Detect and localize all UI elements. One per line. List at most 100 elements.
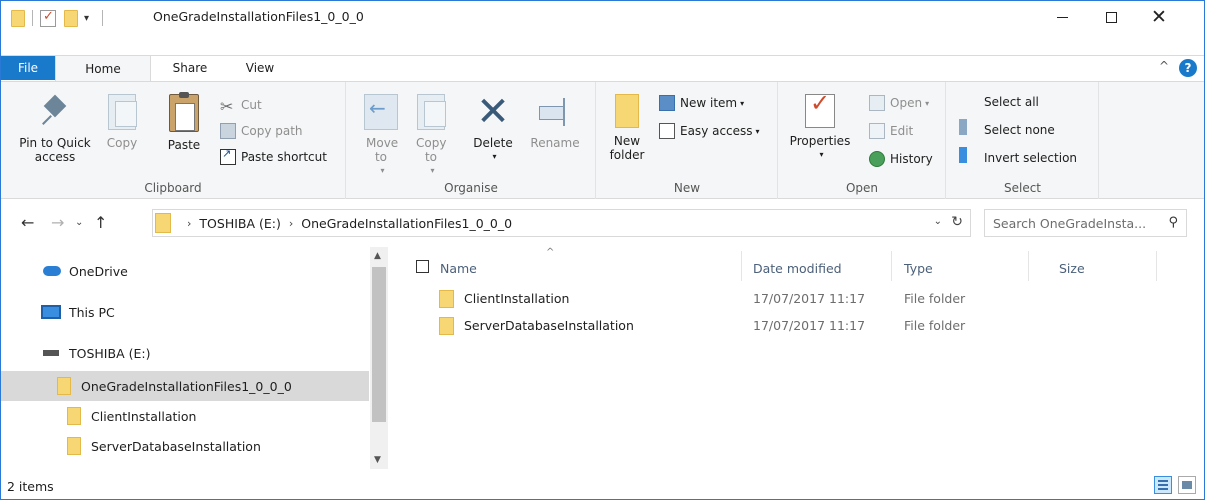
folder-icon (11, 9, 25, 27)
file-date-modified: 17/07/2017 11:17 (753, 291, 866, 306)
title-bar: ▾ OneGradeInstallationFiles1_0_0_0 ✕ (1, 1, 1204, 34)
folder-icon (439, 290, 454, 308)
up-button[interactable]: ↑ (94, 213, 107, 232)
table-row[interactable]: ServerDatabaseInstallation 17/07/2017 11… (396, 314, 1196, 338)
invert-selection-icon (959, 147, 979, 168)
new-folder-button[interactable]: New folder (607, 94, 647, 162)
tab-share[interactable]: Share (158, 56, 222, 80)
nav-item-onedrive[interactable]: OneDrive (1, 256, 369, 286)
scroll-up-icon[interactable]: ▲ (374, 251, 381, 261)
address-dropdown-icon[interactable]: ⌄ (934, 216, 942, 227)
ribbon: Pin to Quick access Copy Paste ✂ Cut Cop… (1, 81, 1204, 199)
copy-to-button[interactable]: Copy to ▾ (411, 94, 451, 178)
search-icon[interactable]: ⚲ (1168, 215, 1178, 230)
refresh-icon[interactable]: ↻ (951, 214, 963, 230)
tab-home[interactable]: Home (55, 55, 151, 81)
scroll-down-icon[interactable]: ▼ (374, 455, 381, 465)
nav-item-server-db-installation[interactable]: ServerDatabaseInstallation (1, 431, 369, 461)
path-icon (220, 123, 236, 139)
breadcrumb-folder[interactable]: OneGradeInstallationFiles1_0_0_0 (301, 216, 512, 231)
properties-icon (805, 94, 835, 128)
invert-selection-button[interactable]: Invert selection (959, 147, 1077, 169)
properties-icon[interactable] (40, 9, 56, 27)
move-to-button[interactable]: Move to ▾ (361, 94, 401, 178)
cut-button[interactable]: ✂ Cut (220, 94, 262, 116)
search-box[interactable]: Search OneGradeInsta... ⚲ (984, 209, 1187, 237)
details-view-icon[interactable] (1154, 476, 1172, 494)
column-header-size[interactable]: Size (1059, 255, 1085, 281)
select-none-icon (959, 119, 979, 140)
search-placeholder: Search OneGradeInsta... (993, 215, 1147, 231)
pin-to-quick-access-button[interactable]: Pin to Quick access (15, 94, 95, 164)
minimize-button[interactable] (1039, 1, 1085, 33)
forward-button[interactable]: → (51, 213, 64, 232)
column-divider[interactable] (1156, 251, 1157, 281)
pin-icon (40, 94, 70, 130)
group-label: New (673, 181, 701, 195)
new-item-icon (659, 95, 675, 111)
copy-button[interactable]: Copy (101, 94, 143, 150)
status-bar: 2 items (1, 471, 1204, 499)
divider (102, 10, 104, 26)
rename-icon (539, 94, 571, 130)
chevron-down-icon: ▾ (492, 152, 497, 161)
qat-dropdown-icon[interactable]: ▾ (84, 13, 89, 24)
item-count: 2 items (7, 479, 54, 494)
nav-item-client-installation[interactable]: ClientInstallation (1, 401, 369, 431)
copy-to-icon (417, 94, 446, 130)
folder-icon (67, 407, 81, 425)
paste-button[interactable]: Paste (163, 92, 205, 152)
easy-access-button[interactable]: Easy access ▾ (659, 120, 760, 142)
history-button[interactable]: History (869, 148, 933, 170)
file-date-modified: 17/07/2017 11:17 (753, 318, 866, 333)
breadcrumb-separator[interactable]: › (187, 217, 191, 230)
navigation-pane: OneDrive This PC TOSHIBA (E:) OneGradeIn… (1, 247, 388, 469)
large-icons-view-icon[interactable] (1178, 476, 1196, 494)
table-row[interactable]: ClientInstallation 17/07/2017 11:17 File… (396, 287, 1196, 311)
navigation-scrollbar[interactable]: ▲ ▼ (370, 247, 388, 469)
address-bar[interactable]: › TOSHIBA (E:) › OneGradeInstallationFil… (152, 209, 971, 237)
paste-shortcut-button[interactable]: Paste shortcut (220, 146, 327, 168)
select-all-checkbox[interactable] (416, 260, 429, 273)
column-header-name[interactable]: Name (440, 255, 477, 281)
back-button[interactable]: ← (21, 213, 34, 232)
delete-button[interactable]: ✕ Delete ▾ (465, 92, 521, 164)
chevron-down-icon: ▾ (819, 150, 824, 159)
column-header-date-modified[interactable]: Date modified (753, 255, 842, 281)
rename-button[interactable]: Rename (527, 94, 583, 150)
copy-icon (108, 94, 137, 130)
copy-path-button[interactable]: Copy path (220, 120, 303, 142)
column-divider[interactable] (891, 251, 892, 281)
edit-button[interactable]: Edit (869, 120, 913, 142)
tab-file[interactable]: File (1, 56, 55, 80)
close-button[interactable]: ✕ (1136, 1, 1182, 33)
ribbon-collapse-button[interactable]: ^ (1159, 59, 1169, 73)
maximize-button[interactable] (1088, 1, 1134, 33)
sort-indicator-icon: ^ (546, 247, 555, 258)
new-folder-icon[interactable] (64, 9, 78, 27)
open-button[interactable]: Open ▾ (869, 92, 929, 114)
column-divider[interactable] (741, 251, 742, 281)
nav-item-onegrade-folder[interactable]: OneGradeInstallationFiles1_0_0_0 (1, 371, 369, 401)
column-header-type[interactable]: Type (904, 255, 933, 281)
folder-icon (155, 213, 171, 233)
new-item-button[interactable]: New item ▾ (659, 92, 744, 114)
new-group: New folder New item ▾ Easy access ▾ New (597, 82, 778, 199)
properties-button[interactable]: Properties ▾ (787, 94, 853, 162)
nav-item-toshiba-drive[interactable]: TOSHIBA (E:) (1, 338, 369, 368)
tab-view[interactable]: View (228, 56, 292, 80)
select-all-button[interactable]: Select all (959, 91, 1039, 113)
folder-icon (439, 317, 454, 335)
folder-icon (615, 94, 639, 128)
select-none-button[interactable]: Select none (959, 119, 1055, 141)
recent-locations-button[interactable]: ⌄ (75, 217, 83, 228)
onedrive-icon (43, 266, 61, 276)
help-button[interactable]: ? (1179, 59, 1197, 77)
scrollbar-thumb[interactable] (372, 267, 386, 422)
file-name: ServerDatabaseInstallation (464, 318, 634, 333)
column-divider[interactable] (1028, 251, 1029, 281)
breadcrumb-separator[interactable]: › (289, 217, 293, 230)
breadcrumb-drive[interactable]: TOSHIBA (E:) (199, 216, 280, 231)
nav-item-this-pc[interactable]: This PC (1, 297, 369, 327)
minimize-icon (1056, 16, 1068, 18)
